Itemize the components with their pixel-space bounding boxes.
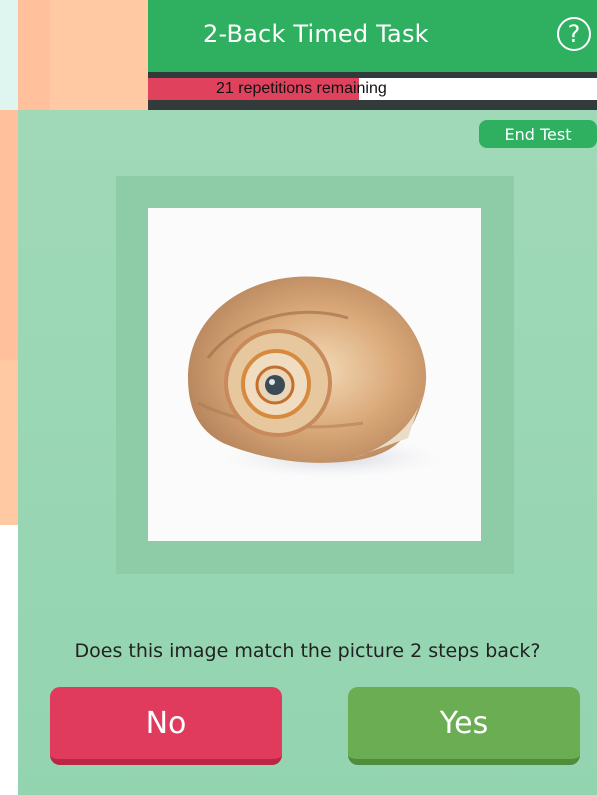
no-button[interactable]: No xyxy=(50,687,282,765)
progress-text: 21 repetitions remaining xyxy=(216,80,387,97)
yes-button[interactable]: Yes xyxy=(348,687,580,765)
task-app: 2-Back Timed Task ? 21 repetitions remai… xyxy=(18,0,597,795)
end-test-button[interactable]: End Test xyxy=(479,120,597,148)
background-mint-strip xyxy=(0,0,18,110)
progress-track: 21 repetitions remaining xyxy=(148,78,597,100)
header-bar: 2-Back Timed Task ? xyxy=(148,0,597,72)
progress-bar: 21 repetitions remaining xyxy=(148,72,597,110)
page-title: 2-Back Timed Task xyxy=(203,20,429,48)
question-prompt: Does this image match the picture 2 step… xyxy=(74,640,541,662)
stimulus-image xyxy=(148,208,481,541)
snail-shell-image xyxy=(188,276,443,478)
help-icon[interactable]: ? xyxy=(557,17,591,51)
